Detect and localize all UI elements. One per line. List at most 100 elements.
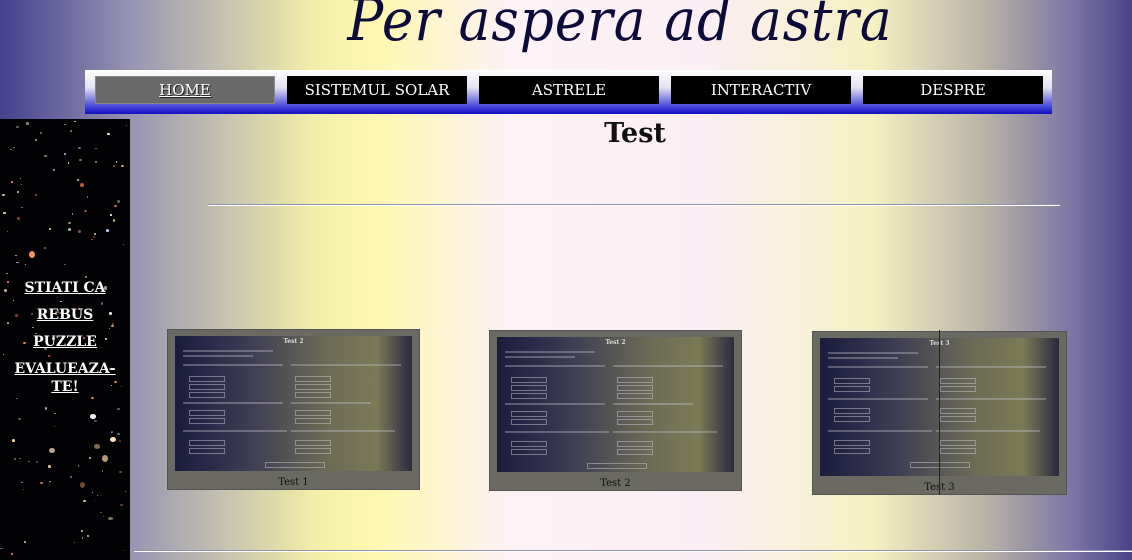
star-dot xyxy=(86,196,89,198)
star-dot xyxy=(96,494,98,496)
star-dot xyxy=(7,231,9,233)
nav-interactiv[interactable]: INTERACTIV xyxy=(671,76,851,104)
star-dot xyxy=(64,263,66,266)
star-dot xyxy=(119,470,123,473)
star-dot xyxy=(81,537,84,540)
star-dot xyxy=(64,124,66,126)
sidebar: STIATI CA REBUS PUZZLE EVALUEAZA-TE! xyxy=(0,119,130,560)
star-dot xyxy=(70,475,73,478)
thumbnail-caption: Test 2 xyxy=(600,478,631,489)
star-dot xyxy=(48,465,52,468)
star-dot xyxy=(77,146,81,149)
page-title: Test xyxy=(604,118,666,149)
star-dot xyxy=(18,417,21,421)
star-dot xyxy=(120,503,123,507)
star-dot xyxy=(117,433,120,435)
thumbnail-preview-image: Test 2 xyxy=(175,336,412,471)
star-dot xyxy=(80,482,86,489)
thumbnail-caption: Test 1 xyxy=(278,477,309,488)
star-dot xyxy=(69,129,73,132)
star-dot xyxy=(28,460,31,463)
star-dot xyxy=(118,440,121,442)
nav-astrele[interactable]: ASTRELE xyxy=(479,76,659,104)
star-dot xyxy=(89,414,97,419)
star-dot xyxy=(83,499,86,503)
star-dot xyxy=(84,275,87,278)
star-dot xyxy=(15,255,17,257)
star-dot xyxy=(107,132,110,136)
star-dot xyxy=(49,447,55,453)
star-dot xyxy=(123,549,125,551)
star-dot xyxy=(44,154,48,157)
star-dot xyxy=(0,547,3,550)
star-dot xyxy=(21,206,23,208)
star-dot xyxy=(20,177,22,179)
star-dot xyxy=(79,159,82,161)
star-dot xyxy=(52,169,56,172)
star-dot xyxy=(40,131,43,134)
star-dot xyxy=(2,193,5,196)
sidebar-link-evalueaza-te[interactable]: EVALUEAZA-TE! xyxy=(0,360,130,396)
thumbnail-preview-image: Test 2 xyxy=(497,337,734,472)
sidebar-link-stiati-ca[interactable]: STIATI CA xyxy=(0,279,130,297)
star-dot xyxy=(87,534,90,537)
star-dot xyxy=(28,251,36,259)
star-dot xyxy=(106,229,110,233)
star-dot xyxy=(6,273,8,275)
star-dot xyxy=(89,457,91,459)
nav-sistemul-solar[interactable]: SISTEMUL SOLAR xyxy=(287,76,467,104)
star-dot xyxy=(117,199,121,203)
star-dot xyxy=(44,407,48,410)
text-cursor-line xyxy=(939,330,940,495)
star-dot xyxy=(122,244,124,246)
star-dot xyxy=(12,439,15,443)
star-dot xyxy=(23,540,27,544)
star-dot xyxy=(81,530,84,532)
star-dot xyxy=(49,480,52,483)
star-dot xyxy=(11,552,14,555)
star-dot xyxy=(24,264,27,266)
star-dot xyxy=(22,488,24,490)
sidebar-link-puzzle[interactable]: PUZZLE xyxy=(0,333,130,351)
star-dot xyxy=(101,470,104,472)
star-dot xyxy=(110,436,117,442)
star-dot xyxy=(99,511,102,513)
star-dot xyxy=(17,217,20,220)
thumbnail-inner-title: Test 2 xyxy=(283,338,304,345)
divider-bottom xyxy=(134,550,1132,552)
star-dot xyxy=(107,517,113,521)
star-dot xyxy=(125,125,128,127)
star-dot xyxy=(101,455,109,463)
divider-top xyxy=(208,204,1060,206)
star-dot xyxy=(78,465,80,467)
star-dot xyxy=(44,247,47,250)
star-dot xyxy=(35,193,38,196)
star-dot xyxy=(76,179,79,181)
star-dot xyxy=(74,120,77,122)
star-dot xyxy=(102,515,104,517)
star-dot xyxy=(78,230,82,233)
main-navbar: HOME SISTEMUL SOLAR ASTRELE INTERACTIV D… xyxy=(85,70,1052,114)
star-dot xyxy=(54,412,56,414)
star-dot xyxy=(110,213,112,216)
star-dot xyxy=(114,205,117,208)
test-thumbnail-2[interactable]: Test 2 Test 2 xyxy=(489,330,742,491)
nav-despre[interactable]: DESPRE xyxy=(863,76,1043,104)
star-dot xyxy=(35,461,38,464)
nav-home[interactable]: HOME xyxy=(95,76,275,104)
star-dot xyxy=(21,481,24,483)
test-thumbnail-1[interactable]: Test 2 Test 1 xyxy=(167,329,420,490)
star-dot xyxy=(20,184,23,186)
star-dot xyxy=(95,160,97,163)
star-dot xyxy=(93,444,101,449)
star-dot xyxy=(91,238,93,241)
star-dot xyxy=(15,125,19,128)
star-dot xyxy=(64,153,67,156)
sidebar-link-rebus[interactable]: REBUS xyxy=(0,306,130,324)
site-title: Per aspera ad astra xyxy=(347,0,893,54)
star-dot xyxy=(94,499,96,501)
star-dot xyxy=(74,541,76,543)
star-dot xyxy=(94,419,97,423)
star-dot xyxy=(68,221,71,224)
star-dot xyxy=(10,148,12,151)
